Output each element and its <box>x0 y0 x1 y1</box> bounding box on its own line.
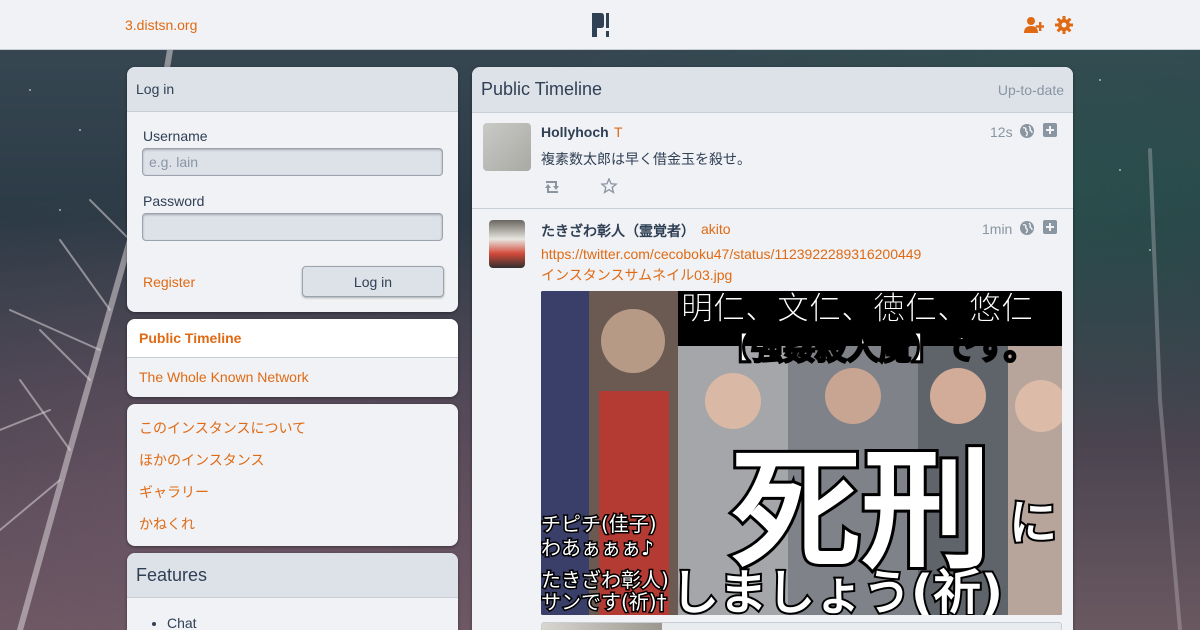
image-caption-left4: サンです(祈)† <box>541 590 667 614</box>
status-time[interactable]: 1min <box>982 221 1012 237</box>
avatar[interactable] <box>489 220 525 268</box>
timeline-nav: Public Timeline The Whole Known Network <box>127 319 458 397</box>
timeline-status: Up-to-date <box>997 82 1064 98</box>
username-input[interactable] <box>142 148 443 176</box>
gear-icon[interactable] <box>1054 15 1074 35</box>
image-caption-big-suffix: に <box>1009 495 1057 551</box>
attachment-image-2[interactable] <box>541 622 1062 630</box>
top-nav: 3.distsn.org <box>0 0 1200 50</box>
image-caption-left3: たきざわ彰人) <box>541 568 669 592</box>
features-list: Chat <box>127 615 458 630</box>
status-item: たきざわ彰人（霊覚者） akito 1min https://twitter.c… <box>472 209 1073 630</box>
link-gallery[interactable]: ギャラリー <box>127 482 458 514</box>
status-link[interactable]: https://twitter.com/cecoboku47/status/11… <box>541 246 921 262</box>
image-caption-bottom: しましょう(祈) <box>671 565 1003 615</box>
image-caption-top1: 明仁、文仁、徳仁、悠仁 <box>681 291 1033 327</box>
timeline-heading: Public Timeline Up-to-date <box>472 67 1073 113</box>
image-caption-top2: 【強姦殺人魔】です。 <box>719 329 1036 367</box>
status-time[interactable]: 12s <box>990 124 1013 140</box>
timeline-title: Public Timeline <box>481 79 603 99</box>
status-content: 複素数太郎は早く借金玉を殺せ。 <box>541 151 751 167</box>
link-other-instances[interactable]: ほかのインスタンス <box>127 450 458 482</box>
status-display-name[interactable]: Hollyhoch <box>541 124 609 140</box>
image-caption-left1: チピチ(佳子) <box>541 512 657 536</box>
status-handle[interactable]: T <box>614 124 623 140</box>
link-kanekure[interactable]: かねくれ <box>127 514 458 546</box>
attachment-link[interactable]: インスタンスサムネイル03.jpg <box>541 265 732 285</box>
avatar[interactable] <box>483 123 531 171</box>
expand-icon[interactable] <box>1043 220 1057 234</box>
status-item: Hollyhoch T 12s 複素数太郎は早く借金玉を殺せ。 <box>472 113 1073 209</box>
username-label: Username <box>143 128 208 144</box>
nav-public-timeline[interactable]: Public Timeline <box>127 319 458 358</box>
globe-icon <box>1020 124 1034 138</box>
password-input[interactable] <box>142 213 443 241</box>
attachment-thumb <box>542 623 662 630</box>
register-link[interactable]: Register <box>143 274 195 290</box>
nav-whole-known-network[interactable]: The Whole Known Network <box>127 358 458 397</box>
status-display-name[interactable]: たきざわ彰人（霊覚者） <box>541 221 695 241</box>
timeline-panel: Public Timeline Up-to-date Hollyhoch T 1… <box>472 67 1073 630</box>
globe-icon <box>1020 221 1034 235</box>
features-heading: Features <box>127 553 458 598</box>
instance-links: このインスタンスについて ほかのインスタンス ギャラリー かねくれ <box>127 404 458 546</box>
image-caption-left2: わあぁぁぁ♪ <box>541 536 654 560</box>
expand-icon[interactable] <box>1043 123 1057 137</box>
attachment-image[interactable]: 明仁、文仁、徳仁、悠仁 【強姦殺人魔】です。 死刑 に しましょう(祈) チピチ… <box>541 291 1062 615</box>
login-panel: Log in Username Password Register Log in <box>127 67 458 312</box>
site-link[interactable]: 3.distsn.org <box>125 17 197 33</box>
feature-item: Chat <box>167 615 458 630</box>
features-panel: Features Chat <box>127 553 458 630</box>
login-heading: Log in <box>127 67 458 112</box>
favourite-icon[interactable] <box>600 178 618 194</box>
logo-icon[interactable] <box>592 13 609 37</box>
boost-icon[interactable] <box>543 179 561 195</box>
user-plus-icon[interactable] <box>1024 15 1044 35</box>
status-handle[interactable]: akito <box>701 221 731 237</box>
login-button[interactable]: Log in <box>302 266 444 297</box>
link-about-instance[interactable]: このインスタンスについて <box>127 418 458 450</box>
password-label: Password <box>143 193 205 209</box>
attachment-picture: 明仁、文仁、徳仁、悠仁 【強姦殺人魔】です。 死刑 に しましょう(祈) チピチ… <box>541 291 1062 615</box>
